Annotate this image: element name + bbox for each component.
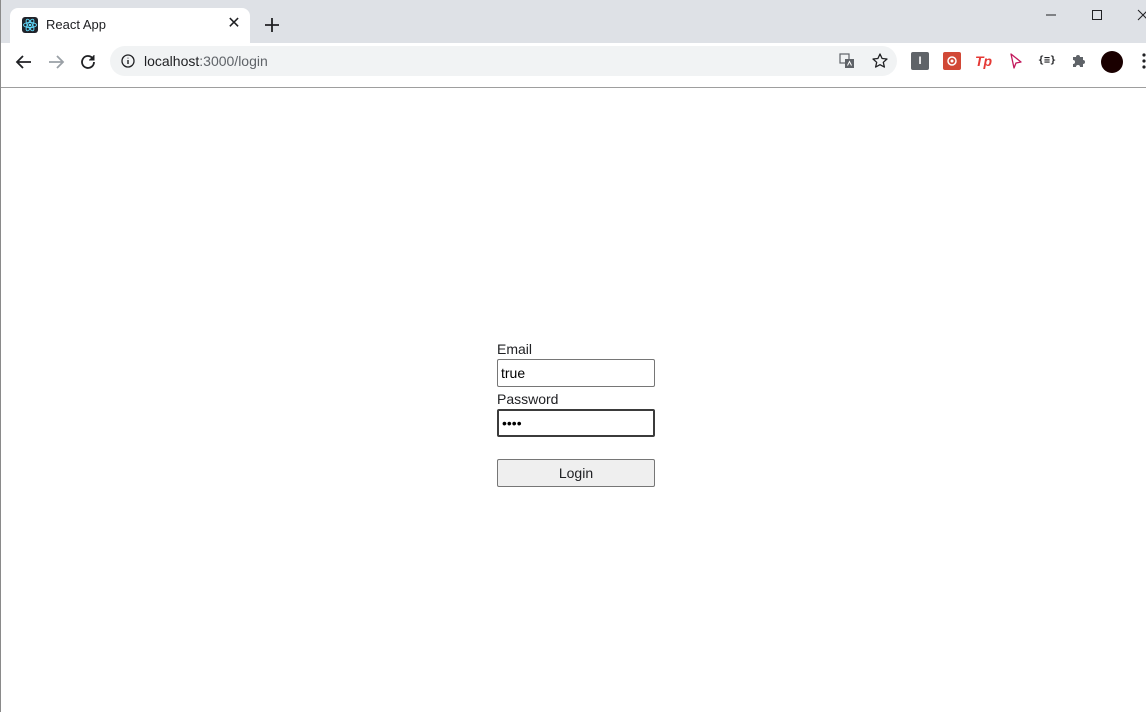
close-window-button[interactable] (1123, 4, 1146, 26)
extension-red-glyph-icon (947, 56, 957, 66)
more-vertical-icon (1142, 53, 1146, 69)
arrow-left-icon (15, 55, 31, 69)
extension-json-icon[interactable]: {≡} (1038, 52, 1056, 70)
back-button[interactable] (11, 49, 37, 75)
minimize-icon (1046, 14, 1056, 16)
info-icon[interactable] (121, 54, 135, 68)
address-bar[interactable]: localhost:3000/login (110, 46, 897, 76)
plus-icon (265, 18, 279, 32)
arrow-right-icon (49, 55, 65, 69)
close-tab-icon[interactable]: ✕ (224, 14, 244, 34)
browser-toolbar: localhost:3000/login I Tp {≡} (1, 43, 1146, 80)
reload-button[interactable] (75, 49, 101, 75)
bookmark-star-icon[interactable] (871, 52, 889, 70)
maximize-icon (1092, 10, 1102, 20)
reload-icon (81, 55, 95, 69)
cursor-arrow-icon (1010, 53, 1022, 69)
login-button[interactable]: Login (497, 459, 655, 487)
minimize-button[interactable] (1031, 4, 1071, 26)
email-field[interactable] (497, 359, 655, 387)
login-form: Email Password Login (497, 340, 655, 487)
puzzle-icon (1073, 55, 1085, 67)
browser-window: React App ✕ localhost:3000/login I Tp {≡… (0, 0, 1146, 712)
tab-strip: React App ✕ (1, 0, 1146, 43)
translate-icon[interactable] (839, 53, 855, 69)
close-icon (1137, 9, 1146, 21)
url-host: localhost (144, 53, 200, 69)
url-text[interactable]: localhost:3000/login (144, 53, 268, 69)
profile-avatar[interactable] (1101, 51, 1123, 73)
extensions-button[interactable] (1070, 52, 1088, 70)
email-label: Email (497, 341, 533, 357)
maximize-button[interactable] (1077, 4, 1117, 26)
tab-react-app[interactable]: React App ✕ (10, 8, 250, 43)
forward-button[interactable] (43, 49, 69, 75)
browser-menu-button[interactable] (1137, 52, 1146, 70)
extension-cursor-icon[interactable] (1007, 52, 1025, 70)
extension-i-icon[interactable]: I (911, 52, 929, 70)
new-tab-button[interactable] (260, 13, 284, 37)
password-field[interactable] (497, 409, 655, 437)
extension-red-icon[interactable] (943, 52, 961, 70)
tab-title: React App (46, 17, 106, 32)
extension-tp-icon[interactable]: Tp (975, 52, 993, 70)
react-logo-icon (22, 17, 38, 33)
password-label: Password (497, 391, 559, 407)
url-path: :3000/login (199, 53, 268, 69)
